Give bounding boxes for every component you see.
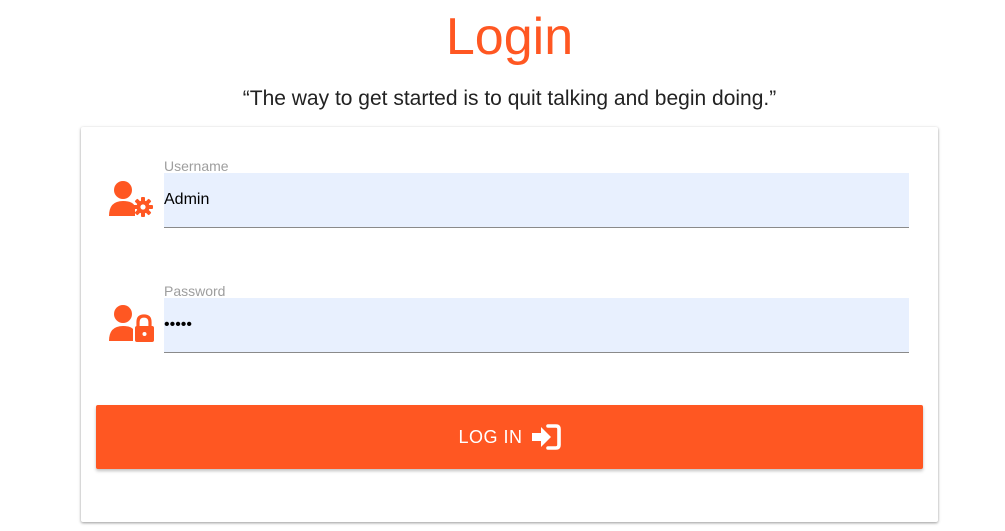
password-input[interactable] (164, 298, 909, 353)
page-title: Login (445, 8, 574, 66)
login-button[interactable]: LOG IN (96, 405, 923, 469)
page-quote: “The way to get started is to quit talki… (242, 87, 777, 110)
username-input[interactable] (164, 173, 909, 228)
user-lock-icon (108, 303, 156, 343)
username-label: Username (164, 158, 229, 174)
sign-in-icon (531, 424, 561, 450)
user-gear-icon (108, 179, 156, 219)
login-button-label: LOG IN (458, 427, 523, 447)
login-card: Username Password LOG IN (81, 127, 938, 522)
password-label: Password (164, 283, 226, 299)
